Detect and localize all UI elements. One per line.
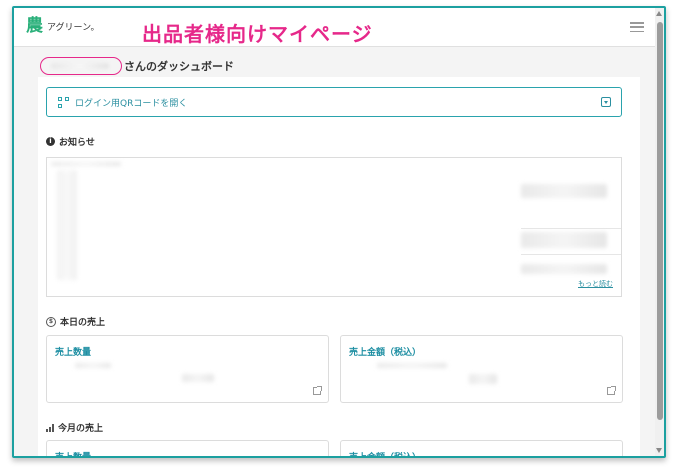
- site-logo[interactable]: 農 アグリーン。: [26, 17, 100, 35]
- vertical-scrollbar[interactable]: [655, 8, 664, 456]
- hamburger-menu-icon[interactable]: [630, 22, 644, 32]
- logo-mark: 農: [26, 16, 43, 36]
- top-bar: 農 アグリーン。 出品者様向けマイページ: [14, 8, 664, 47]
- dashboard-heading: さんのダッシュボード: [40, 57, 234, 75]
- month-amount-card[interactable]: 売上金額（税込）: [340, 440, 623, 458]
- bar-chart-icon: [46, 423, 54, 432]
- qr-code-icon: [58, 96, 69, 108]
- today-amount-card[interactable]: 売上金額（税込）: [340, 335, 623, 403]
- news-item-blurred[interactable]: [521, 264, 607, 274]
- scrollbar-thumb[interactable]: [657, 22, 663, 420]
- today-quantity-value-blurred: [75, 363, 111, 368]
- news-item-blurred[interactable]: [51, 162, 121, 166]
- month-sales-title: 今月の売上: [46, 421, 103, 434]
- news-item-blurred[interactable]: [521, 184, 607, 198]
- today-amount-value-blurred: [377, 363, 447, 368]
- browser-frame: 農 アグリーン。 出品者様向けマイページ さんのダッシュボード ログイン用QRコ…: [12, 6, 666, 458]
- month-quantity-card[interactable]: 売上数量: [46, 440, 329, 458]
- qr-login-label: ログイン用QRコードを開く: [75, 98, 188, 109]
- today-amount-label: 売上金額（税込）: [349, 348, 422, 358]
- news-item-blurred: [57, 170, 77, 280]
- dashboard-title: さんのダッシュボード: [124, 60, 234, 73]
- month-quantity-label: 売上数量: [55, 453, 92, 458]
- blurred-user-name: [51, 63, 109, 69]
- highlighted-user-name: [40, 57, 122, 75]
- scroll-up-icon[interactable]: [656, 11, 662, 16]
- main-content: ログイン用QRコードを開く i お知らせ もっと読む $ 本日の売上 売上数量: [38, 77, 640, 458]
- read-more-link[interactable]: もっと読む: [578, 279, 613, 289]
- today-quantity-value-blurred: [182, 374, 214, 382]
- today-quantity-card[interactable]: 売上数量: [46, 335, 329, 403]
- news-item-blurred[interactable]: [521, 232, 607, 248]
- month-amount-label: 売上金額（税込）: [349, 453, 422, 458]
- currency-icon: $: [46, 316, 56, 327]
- today-sales-title: $ 本日の売上: [46, 315, 105, 328]
- news-divider: [521, 254, 621, 255]
- external-link-icon[interactable]: [313, 386, 322, 395]
- scroll-down-icon[interactable]: [656, 448, 662, 453]
- news-divider: [521, 228, 621, 229]
- annotation-title: 出品者様向けマイページ: [142, 22, 373, 46]
- today-amount-value-blurred: [469, 374, 497, 384]
- qr-login-button[interactable]: ログイン用QRコードを開く: [46, 87, 622, 117]
- info-icon: i: [46, 137, 55, 146]
- news-list: もっと読む: [46, 157, 622, 297]
- news-section-title: i お知らせ: [46, 135, 95, 148]
- external-link-icon[interactable]: [607, 386, 616, 395]
- logo-text: アグリーン。: [47, 22, 100, 33]
- chevron-down-icon[interactable]: [601, 97, 611, 107]
- today-quantity-label: 売上数量: [55, 348, 92, 358]
